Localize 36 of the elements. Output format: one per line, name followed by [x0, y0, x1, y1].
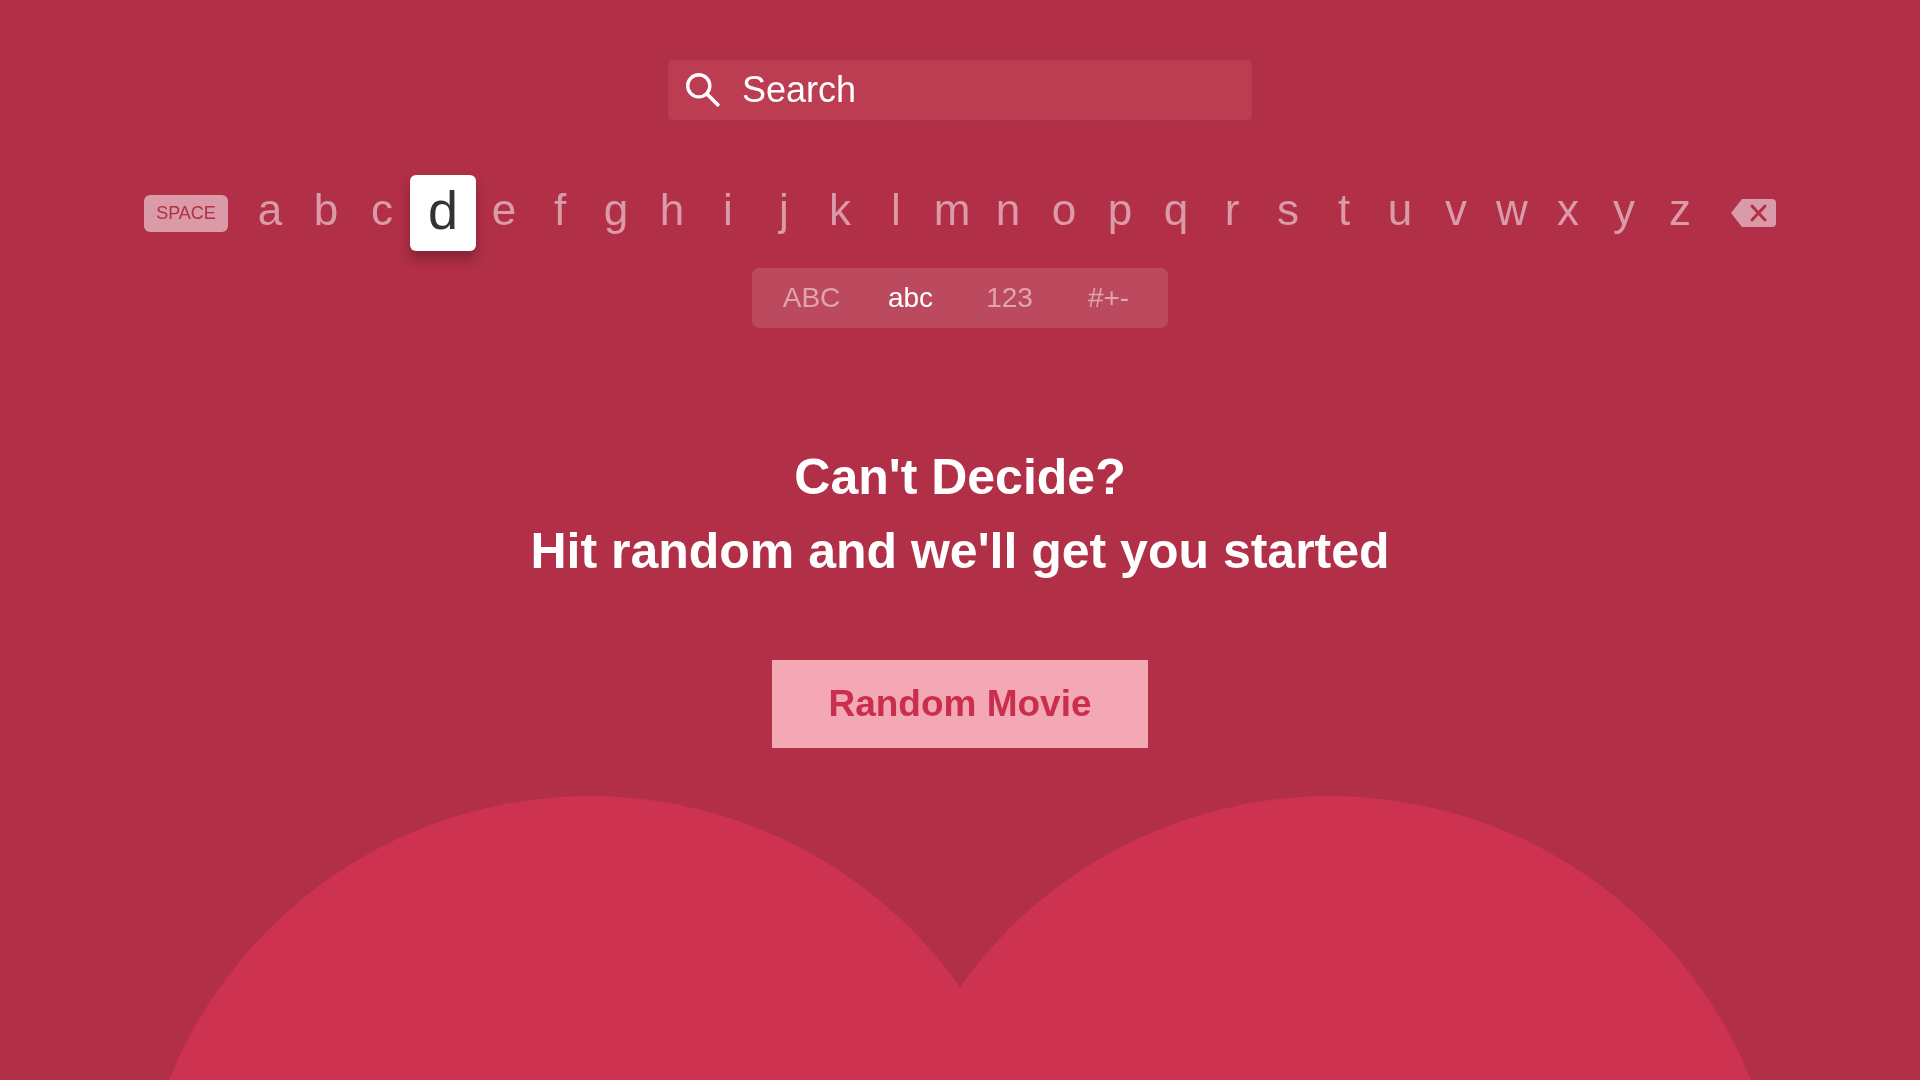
letter-key[interactable]: a [242, 175, 298, 251]
letter-key[interactable]: y [1596, 175, 1652, 251]
letter-key[interactable]: q [1148, 175, 1204, 251]
letter-key[interactable]: c [354, 175, 410, 251]
letter-key[interactable]: s [1260, 175, 1316, 251]
letter-key[interactable]: v [1428, 175, 1484, 251]
letter-key[interactable]: d [410, 175, 476, 251]
letter-key[interactable]: b [298, 175, 354, 251]
letter-key[interactable]: k [812, 175, 868, 251]
letter-key[interactable]: z [1652, 175, 1708, 251]
letter-key[interactable]: t [1316, 175, 1372, 251]
letter-key[interactable]: j [756, 175, 812, 251]
letter-key[interactable]: g [588, 175, 644, 251]
letter-key[interactable]: o [1036, 175, 1092, 251]
letter-key[interactable]: f [532, 175, 588, 251]
letter-key[interactable]: i [700, 175, 756, 251]
letter-key[interactable]: n [980, 175, 1036, 251]
letter-key[interactable]: m [924, 175, 980, 251]
letter-key[interactable]: x [1540, 175, 1596, 251]
letter-key[interactable]: l [868, 175, 924, 251]
mode-tab[interactable]: #+- [1059, 282, 1158, 314]
search-field[interactable]: Search [668, 60, 1252, 120]
letter-key[interactable]: e [476, 175, 532, 251]
heading-text: Can't Decide? [794, 448, 1126, 507]
heading-text: Hit random and we'll get you started [530, 522, 1390, 581]
backspace-icon[interactable] [1730, 196, 1776, 230]
space-key[interactable]: SPACE [144, 194, 228, 232]
mode-tab[interactable]: ABC [762, 282, 861, 314]
mode-tab[interactable]: 123 [960, 282, 1059, 314]
letter-key[interactable]: r [1204, 175, 1260, 251]
random-movie-button[interactable]: Random Movie [772, 660, 1148, 748]
letter-key[interactable]: p [1092, 175, 1148, 251]
letter-key[interactable]: h [644, 175, 700, 251]
mode-tab[interactable]: abc [861, 282, 960, 314]
letter-key[interactable]: w [1484, 175, 1540, 251]
letter-key[interactable]: u [1372, 175, 1428, 251]
